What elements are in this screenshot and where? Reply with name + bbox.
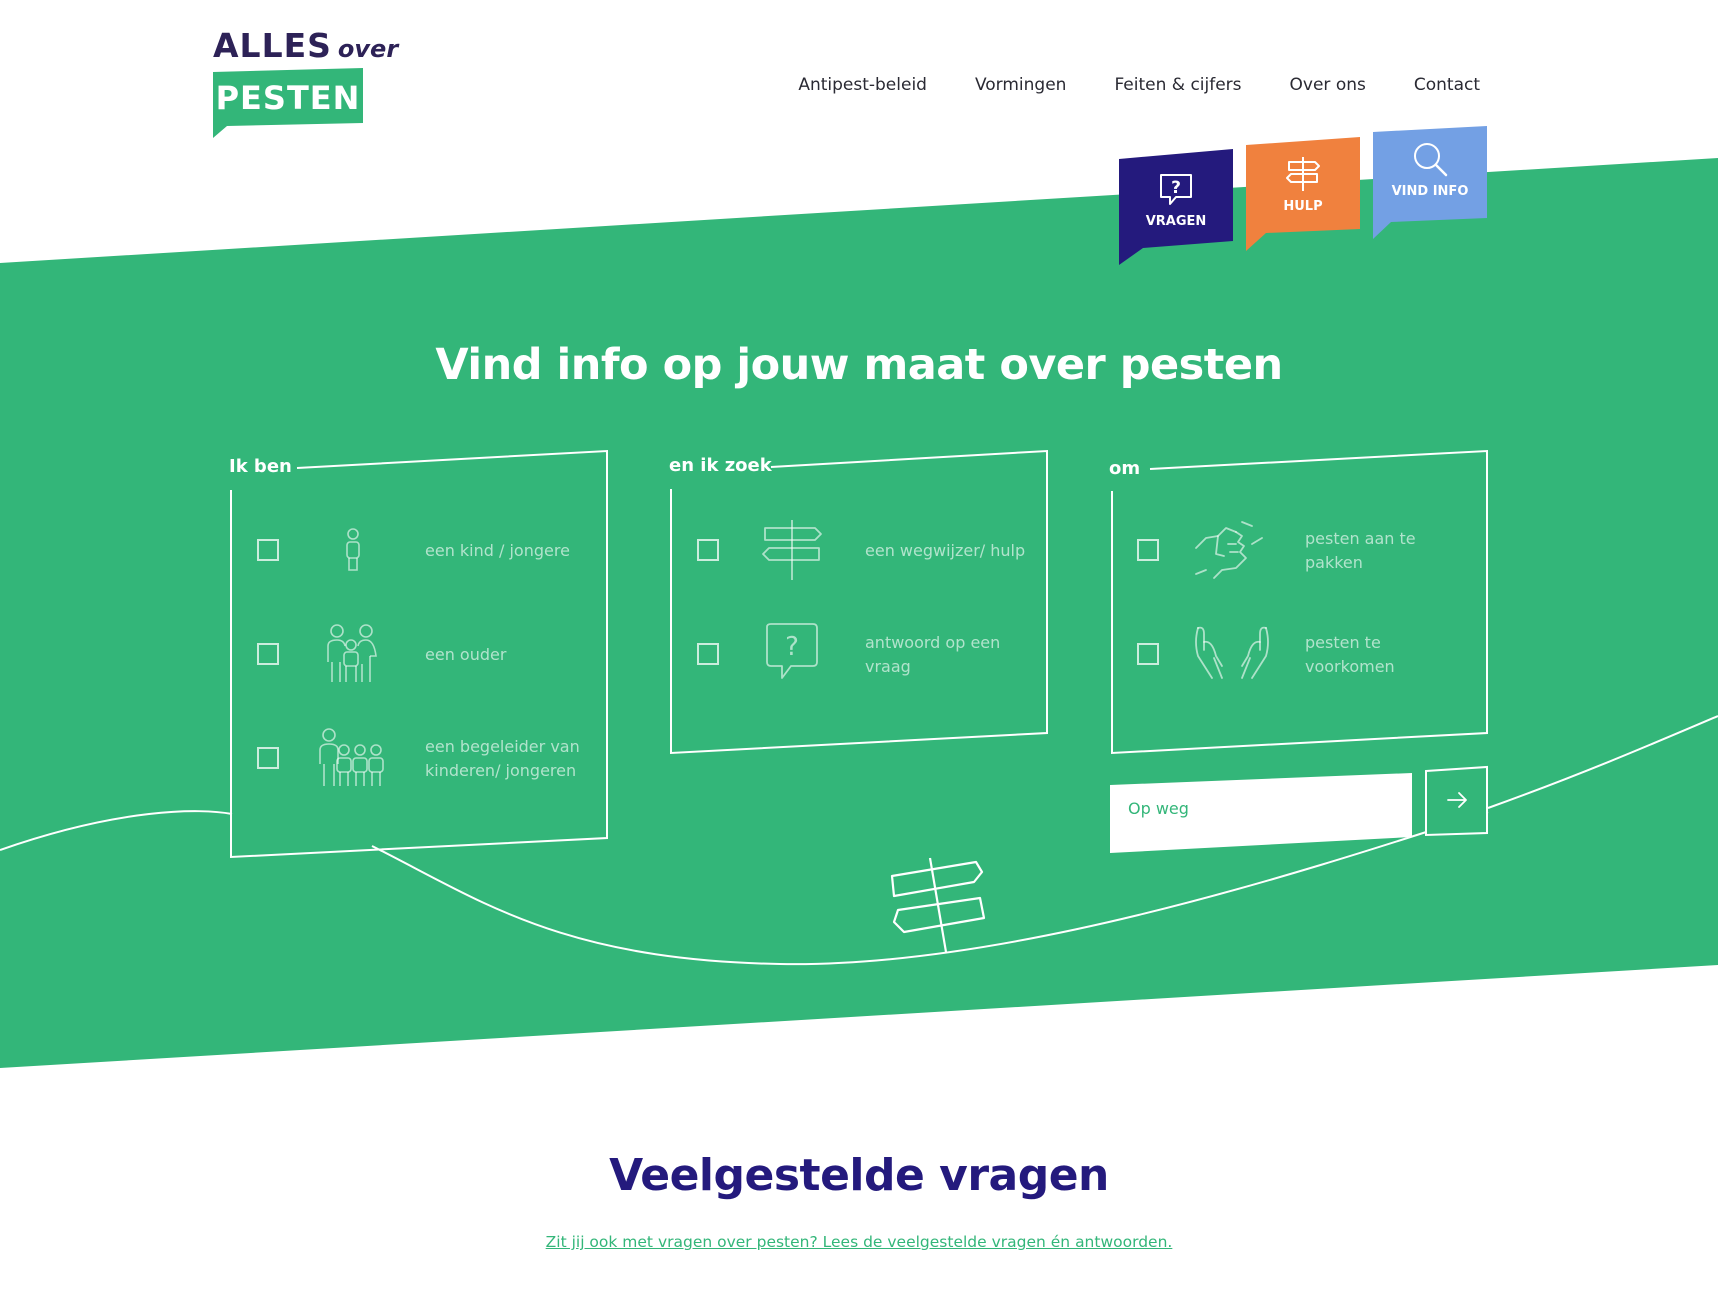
faq-title: Veelgestelde vragen (609, 1150, 1109, 1201)
signpost-illustration-icon (890, 857, 986, 953)
checkbox-parent[interactable] (257, 643, 279, 665)
arrow-right-icon (1447, 792, 1467, 808)
checkbox-signpost[interactable] (697, 539, 719, 561)
child-icon (346, 528, 360, 571)
filter-what-label: en ik zoek (669, 455, 772, 476)
protecting-hands-icon (1195, 626, 1269, 679)
checkbox-child[interactable] (257, 539, 279, 561)
handshake-icon (1195, 521, 1263, 579)
option-prevent-text[interactable]: pesten te voorkomen (1305, 631, 1445, 679)
option-supervisor-text[interactable]: een begeleider van kinderen/ jongeren (425, 735, 595, 783)
faq-link[interactable]: Zit jij ook met vragen over pesten? Lees… (546, 1233, 1173, 1251)
search-input[interactable] (1126, 798, 1410, 819)
option-child-text[interactable]: een kind / jongere (425, 539, 570, 563)
question-bubble-icon: ? (766, 623, 818, 679)
checkbox-tackle[interactable] (1137, 539, 1159, 561)
filter-goal-label: om (1109, 458, 1141, 479)
svg-text:?: ? (785, 632, 799, 662)
option-tackle-text[interactable]: pesten aan te pakken (1305, 527, 1445, 575)
search-field-wrapper (1110, 768, 1428, 850)
family-icon (327, 624, 377, 682)
filter-who-label: Ik ben (229, 456, 292, 477)
checkbox-prevent[interactable] (1137, 643, 1159, 665)
group-icon (319, 728, 384, 786)
checkbox-supervisor[interactable] (257, 747, 279, 769)
option-question-text[interactable]: antwoord op een vraag (865, 631, 1015, 679)
search-submit-button[interactable] (1426, 769, 1487, 832)
faq-link-wrapper: Zit jij ook met vragen over pesten? Lees… (0, 1232, 1718, 1251)
option-parent-text[interactable]: een ouder (425, 643, 506, 667)
signpost-icon (762, 520, 822, 580)
checkbox-question[interactable] (697, 643, 719, 665)
option-signpost-text[interactable]: een wegwijzer/ hulp (865, 539, 1025, 563)
